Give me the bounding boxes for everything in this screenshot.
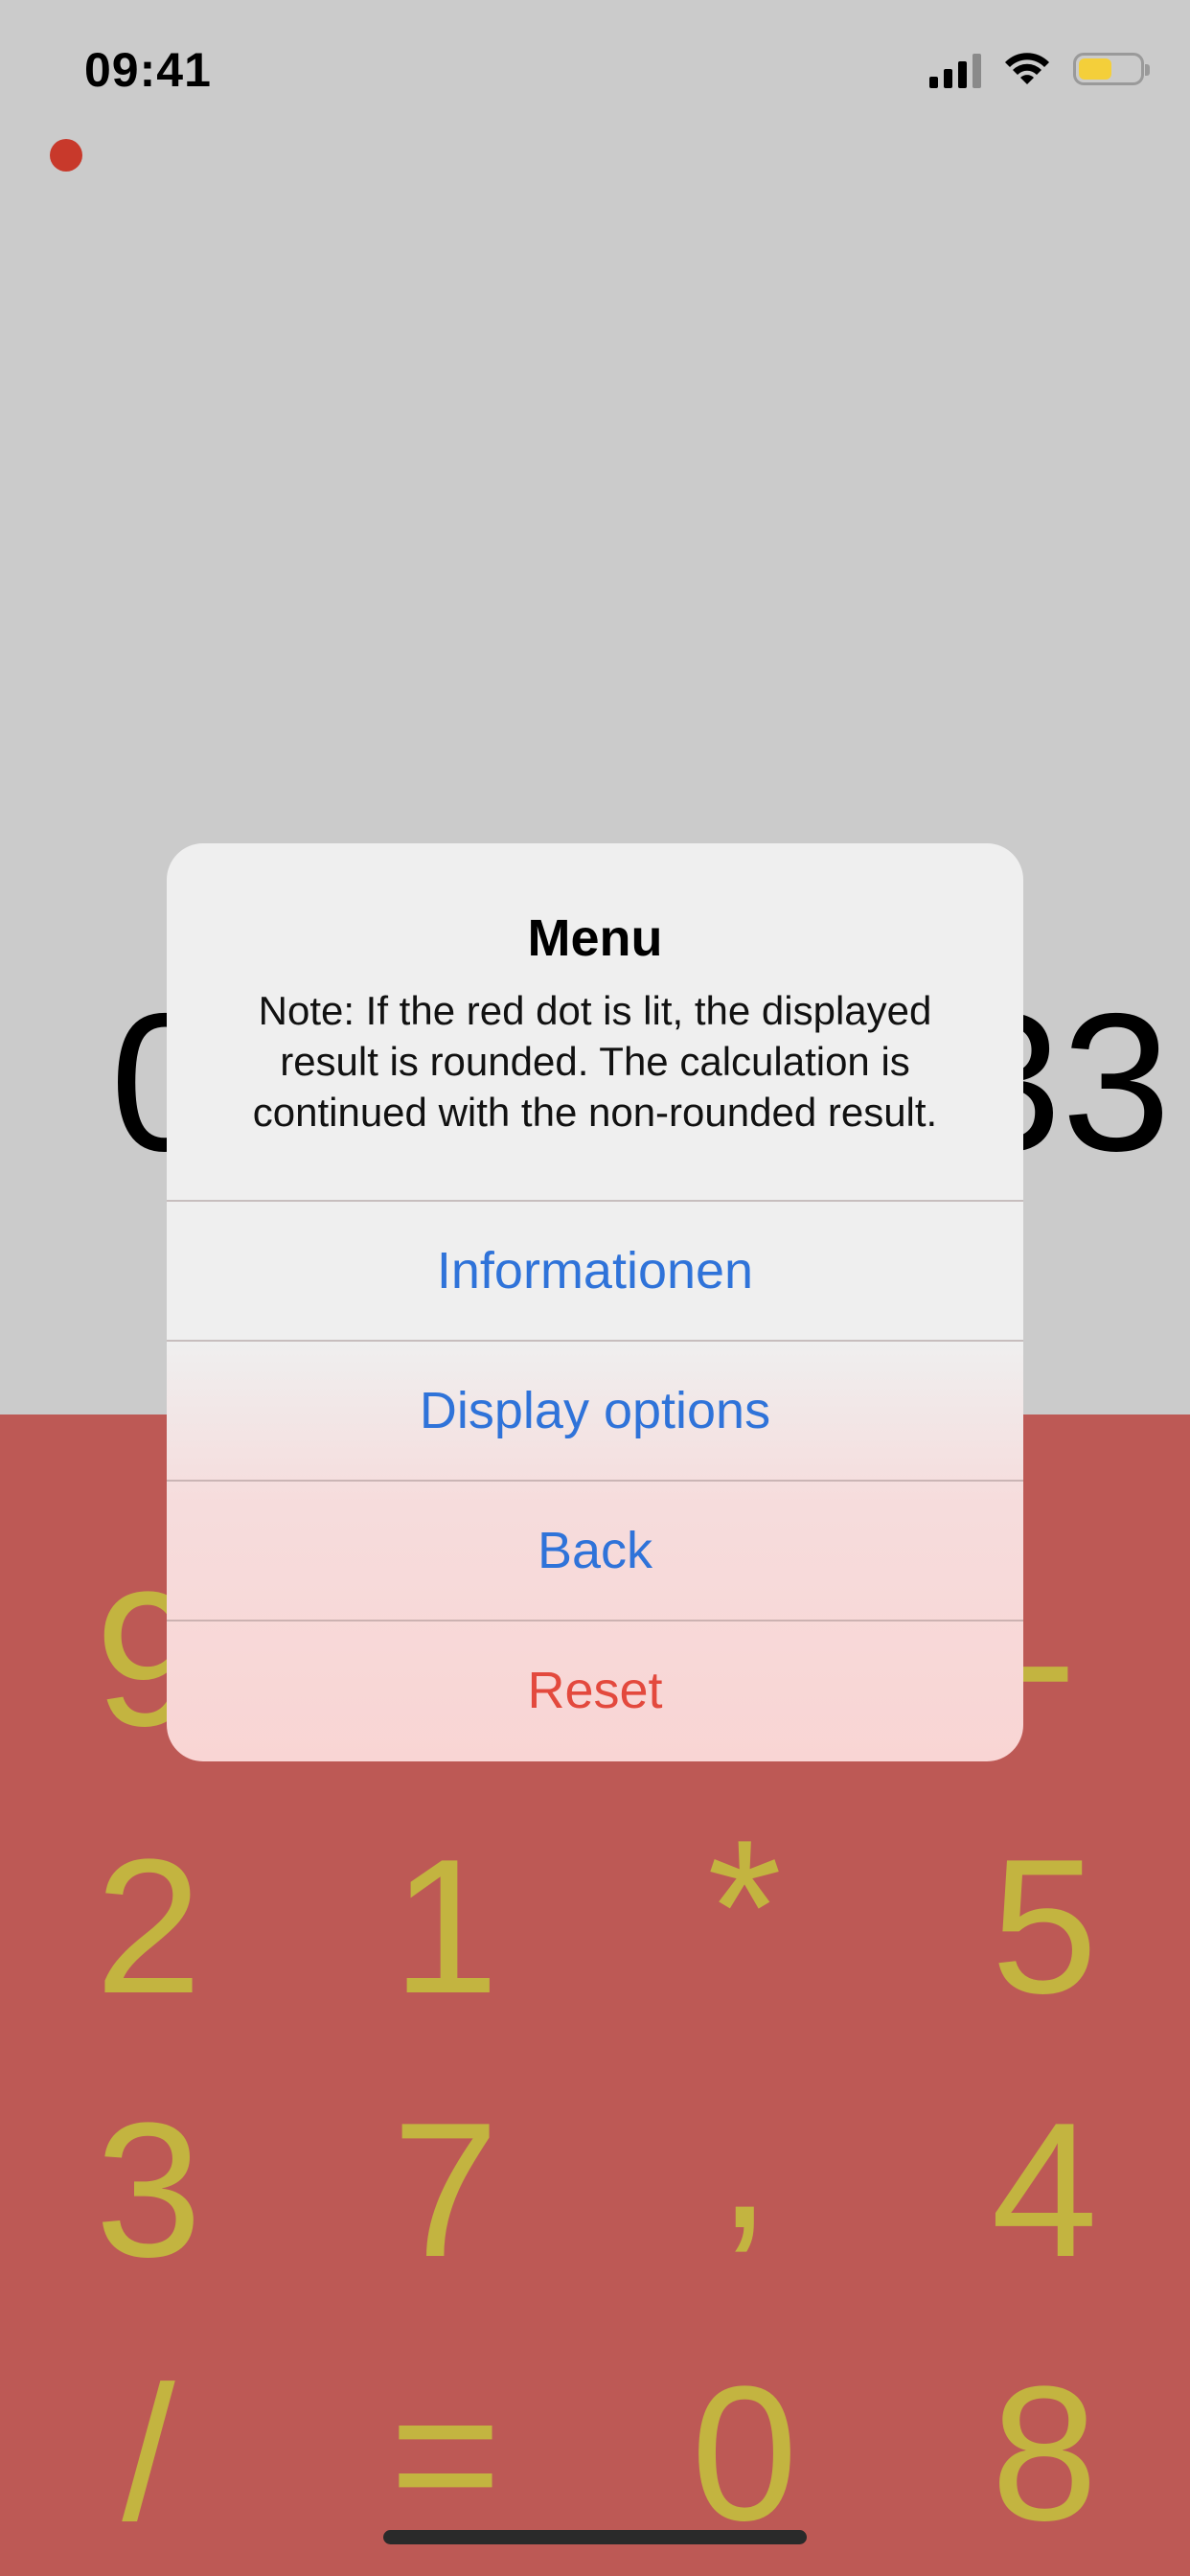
rounding-indicator-dot bbox=[50, 139, 82, 172]
key-divide[interactable]: / bbox=[34, 2339, 263, 2569]
key-multiply[interactable]: * bbox=[629, 1793, 859, 2023]
battery-icon bbox=[1073, 53, 1150, 85]
dialog-title: Menu bbox=[527, 909, 663, 967]
key-2[interactable]: 2 bbox=[34, 1812, 263, 2042]
home-indicator[interactable] bbox=[383, 2530, 807, 2544]
status-time: 09:41 bbox=[84, 43, 212, 97]
battery-fill bbox=[1079, 58, 1112, 80]
back-button[interactable]: Back bbox=[167, 1480, 1023, 1620]
key-7[interactable]: 7 bbox=[331, 2076, 561, 2306]
informationen-button[interactable]: Informationen bbox=[167, 1200, 1023, 1340]
key-decimal-comma[interactable]: , bbox=[629, 2047, 859, 2277]
wifi-icon bbox=[1005, 53, 1049, 84]
calculator-screen: 09:41 0 33 9 - 2 1 * 5 3 7 , 4 / = 0 8 M… bbox=[0, 0, 1190, 2576]
display-options-button[interactable]: Display options bbox=[167, 1340, 1023, 1480]
key-1[interactable]: 1 bbox=[331, 1812, 561, 2042]
key-3[interactable]: 3 bbox=[34, 2076, 263, 2306]
cellular-signal-icon bbox=[929, 50, 981, 88]
dialog-message: Note: If the red dot is lit, the display… bbox=[252, 988, 938, 1135]
key-4[interactable]: 4 bbox=[929, 2076, 1159, 2306]
key-8[interactable]: 8 bbox=[929, 2339, 1159, 2569]
key-5[interactable]: 5 bbox=[929, 1812, 1159, 2042]
status-icons bbox=[929, 50, 1150, 88]
menu-dialog: Menu Note: If the red dot is lit, the di… bbox=[167, 843, 1023, 1761]
reset-button[interactable]: Reset bbox=[167, 1620, 1023, 1760]
dialog-header: Menu Note: If the red dot is lit, the di… bbox=[167, 843, 1023, 1200]
